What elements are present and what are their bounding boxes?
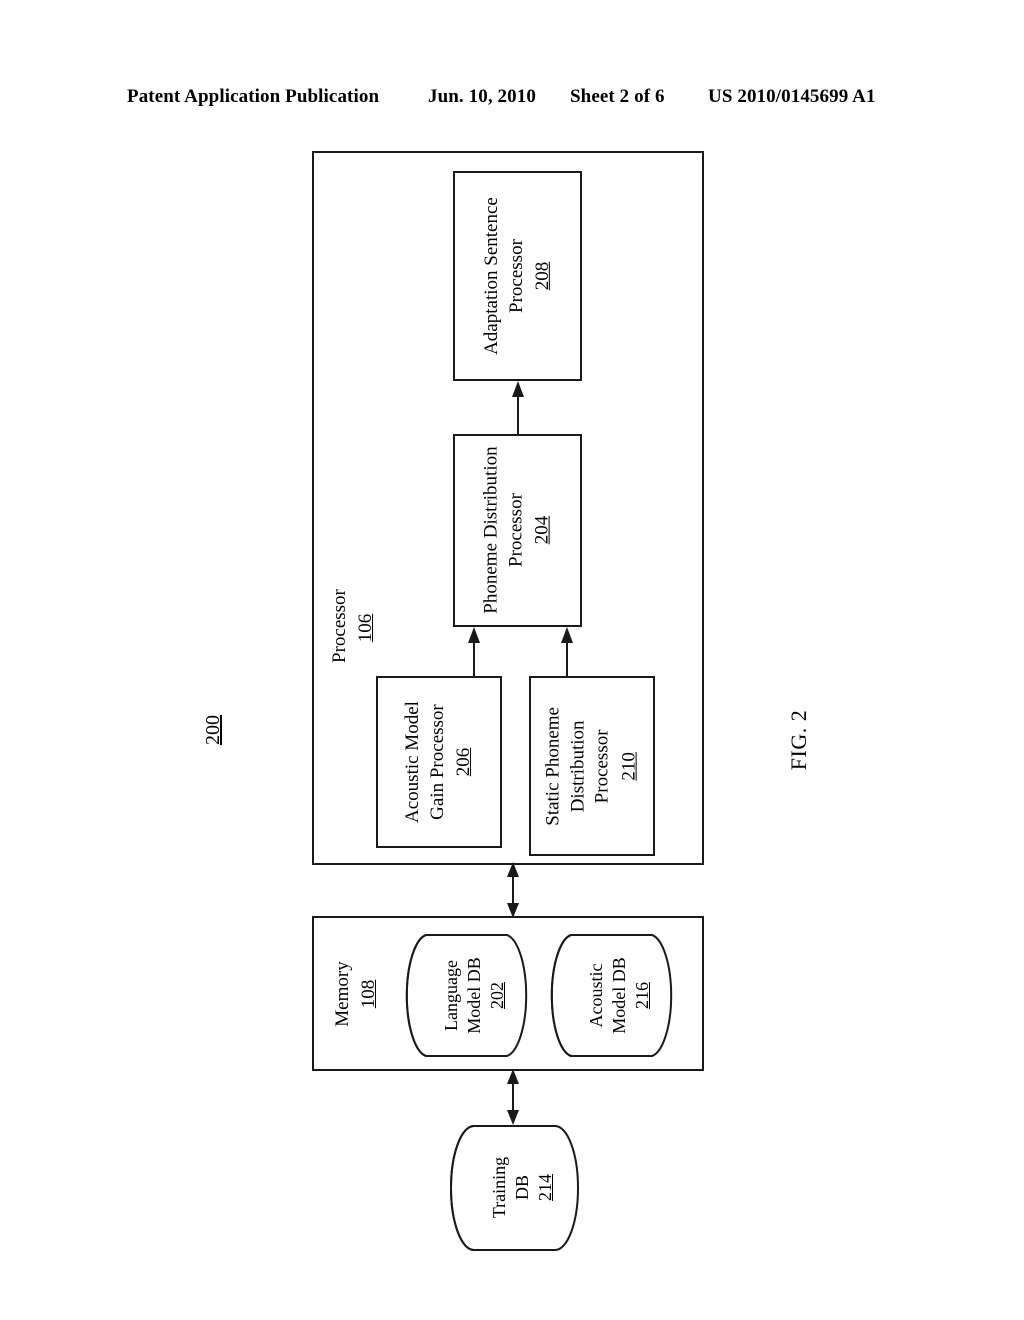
header-sheet-number: Sheet 2 of 6 bbox=[570, 86, 665, 107]
db-214-ref: 214 bbox=[535, 1174, 556, 1202]
db-214-line-1: Training bbox=[488, 1157, 509, 1219]
db-216-label-wrap: Acoustic Model DB 216 bbox=[549, 933, 674, 1058]
block-206-line-1: Acoustic Model bbox=[401, 701, 423, 823]
block-204-label-wrap: Phoneme Distribution Processor 204 bbox=[455, 436, 580, 625]
database-acoustic-model-db[interactable]: Acoustic Model DB 216 bbox=[549, 933, 674, 1058]
block-204-line-1: Phoneme Distribution bbox=[480, 446, 502, 615]
memory-container: Memory 108 Language Model DB 202 Acousti… bbox=[312, 916, 704, 1071]
db-216-line-2: Model DB bbox=[608, 957, 629, 1034]
processor-container-name: Processor bbox=[329, 589, 350, 663]
db-202-label: Language Model DB 202 bbox=[440, 941, 509, 1050]
db-214-label: Training DB 214 bbox=[488, 1132, 557, 1243]
db-202-label-wrap: Language Model DB 202 bbox=[404, 933, 529, 1058]
block-204-ref: 204 bbox=[531, 516, 553, 545]
block-208-label: Adaptation Sentence Processor 208 bbox=[479, 197, 555, 355]
block-204-line-2: Processor bbox=[505, 493, 527, 568]
header-patent-number: US 2010/0145699 A1 bbox=[708, 86, 876, 107]
memory-container-label: Memory 108 bbox=[320, 958, 400, 1030]
memory-container-ref: 108 bbox=[358, 979, 380, 1009]
block-210-line-2: Distribution bbox=[567, 720, 589, 812]
block-210-line-1: Static Phoneme bbox=[542, 706, 564, 826]
header-publication-title: Patent Application Publication bbox=[127, 86, 380, 107]
arrow-210-to-204 bbox=[559, 627, 575, 677]
db-216-ref: 216 bbox=[632, 981, 653, 1009]
block-208-ref: 208 bbox=[531, 261, 553, 291]
database-language-model-db[interactable]: Language Model DB 202 bbox=[404, 933, 529, 1058]
block-static-phoneme-distribution-processor[interactable]: Static Phoneme Distribution Processor 21… bbox=[529, 676, 655, 856]
figure-label: FIG. 2 bbox=[779, 690, 819, 790]
processor-container-label: Processor 106 bbox=[307, 589, 407, 663]
arrow-204-to-208 bbox=[510, 381, 526, 435]
block-210-ref: 210 bbox=[618, 751, 640, 781]
block-204-label: Phoneme Distribution Processor 204 bbox=[479, 447, 555, 614]
block-phoneme-distribution-processor[interactable]: Phoneme Distribution Processor 204 bbox=[453, 434, 582, 627]
block-acoustic-model-gain-processor[interactable]: Acoustic Model Gain Processor 206 bbox=[376, 676, 502, 848]
db-216-line-1: Acoustic bbox=[585, 963, 606, 1028]
db-214-label-wrap: Training DB 214 bbox=[451, 1124, 578, 1252]
processor-container: Processor 106 Adaptation Sentence Proces… bbox=[312, 151, 704, 865]
arrow-memory-training-db-bidirectional bbox=[504, 1069, 522, 1125]
db-202-line-2: Model DB bbox=[463, 957, 484, 1034]
page-header: Patent Application Publication Jun. 10, … bbox=[0, 86, 1024, 116]
db-202-line-1: Language bbox=[440, 960, 461, 1031]
block-206-ref: 206 bbox=[453, 747, 475, 777]
figure-label-text: FIG. 2 bbox=[786, 709, 811, 771]
db-202-ref: 202 bbox=[487, 981, 508, 1009]
system-reference-text: 200 bbox=[202, 715, 224, 745]
arrow-processor-memory-bidirectional bbox=[504, 862, 522, 918]
header-date: Jun. 10, 2010 bbox=[428, 86, 536, 107]
system-reference-callout: 200 bbox=[200, 700, 228, 760]
db-216-label: Acoustic Model DB 216 bbox=[585, 941, 654, 1050]
memory-container-name: Memory bbox=[332, 961, 353, 1027]
block-208-line-1: Adaptation Sentence bbox=[480, 197, 502, 355]
block-208-label-wrap: Adaptation Sentence Processor 208 bbox=[455, 173, 580, 379]
processor-container-ref: 106 bbox=[355, 613, 377, 643]
block-210-label-wrap: Static Phoneme Distribution Processor 21… bbox=[531, 678, 653, 854]
block-206-label: Acoustic Model Gain Processor 206 bbox=[401, 701, 477, 823]
block-206-label-wrap: Acoustic Model Gain Processor 206 bbox=[378, 678, 500, 846]
db-214-line-2: DB bbox=[511, 1175, 532, 1201]
block-210-line-3: Processor bbox=[592, 729, 613, 803]
block-208-line-2: Processor bbox=[505, 239, 527, 313]
block-206-line-2: Gain Processor bbox=[426, 704, 448, 820]
database-training-db[interactable]: Training DB 214 bbox=[450, 1124, 579, 1252]
arrow-206-to-204 bbox=[466, 627, 482, 677]
block-210-label: Static Phoneme Distribution Processor 21… bbox=[542, 705, 643, 827]
block-adaptation-sentence-processor[interactable]: Adaptation Sentence Processor 208 bbox=[453, 171, 582, 381]
